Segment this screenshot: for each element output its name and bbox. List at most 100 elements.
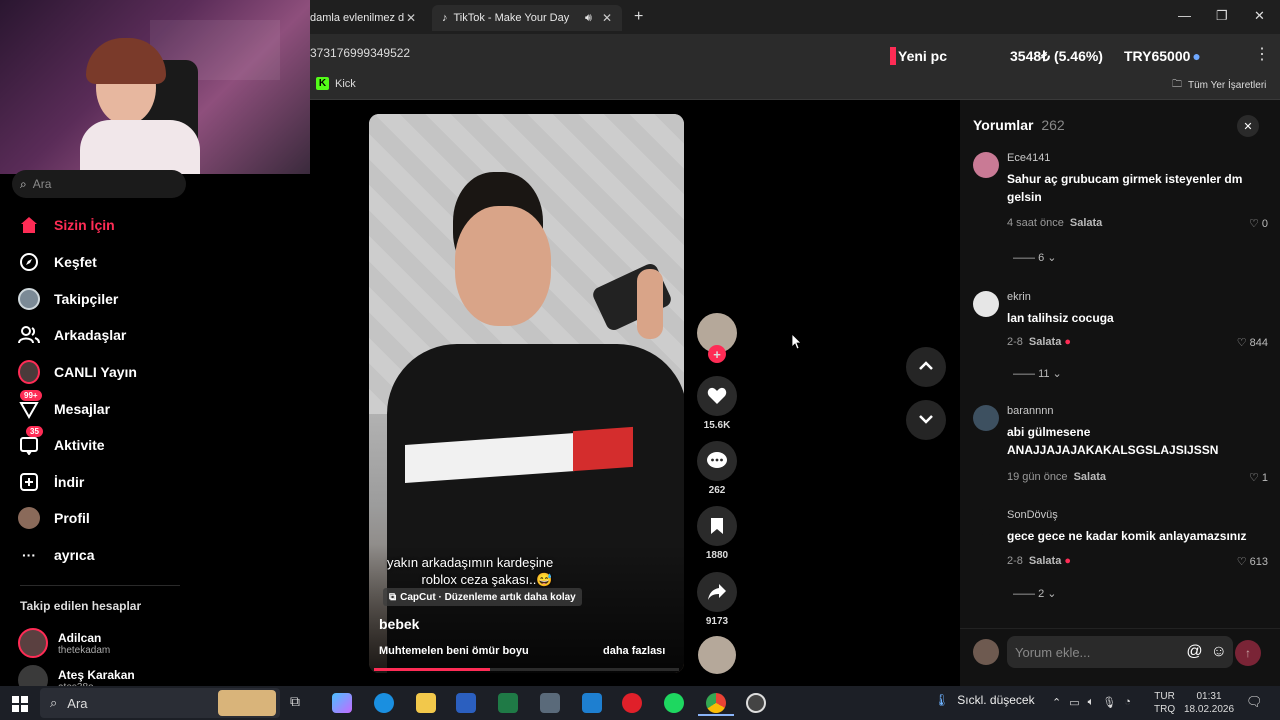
notifications-icon[interactable]: 🗨︎ (1246, 694, 1263, 710)
avatar[interactable] (973, 291, 999, 317)
task-view-icon[interactable]: ⧉ (290, 693, 310, 713)
save-button[interactable]: 1880 (697, 506, 737, 561)
more-link[interactable]: daha fazlası (603, 645, 665, 657)
comment-like-button[interactable]: ♡ 613 (1237, 555, 1268, 568)
maximize-icon[interactable]: ❐ (1216, 8, 1228, 24)
video-description: Muhtemelen beni ömür boyu (379, 645, 529, 657)
comment-button[interactable]: 262 (697, 441, 737, 496)
reply-link[interactable]: Salata (1074, 471, 1106, 483)
comment-user[interactable]: barannnn (1007, 405, 1054, 417)
sidebar-item-label: ayrıca (54, 547, 95, 563)
mention-icon[interactable]: @ (1186, 643, 1202, 661)
clock[interactable]: 01:31 18.02.2026 (1184, 690, 1234, 716)
comment-user[interactable]: SonDövüş (1007, 509, 1058, 521)
weather-widget[interactable]: 🌡︎ Sıckl. düşecek (934, 693, 1035, 707)
bookmark-kick[interactable]: K Kick (316, 77, 356, 90)
new-tab-button[interactable]: + (634, 8, 643, 26)
reply-link[interactable]: Salata (1029, 336, 1061, 348)
creator-avatar-button[interactable]: + (697, 313, 737, 363)
comment-user[interactable]: ekrin (1007, 291, 1031, 303)
like-button[interactable]: 15.6K (697, 376, 737, 431)
url-text[interactable]: 373176999349522 (310, 46, 410, 60)
video-player[interactable]: yakın arkadaşımın kardeşine roblox ceza … (369, 114, 684, 673)
spotify-icon[interactable] (664, 693, 684, 713)
sidebar-item-more[interactable]: ··· ayrıca (18, 540, 94, 570)
close-comments-icon[interactable]: ✕ (1237, 115, 1259, 137)
comment-likes: 0 (1261, 218, 1268, 230)
all-bookmarks[interactable]: 🗀︎ Tüm Yer İşaretleri (1172, 77, 1266, 94)
messages-badge: 99+ (20, 390, 42, 401)
avatar[interactable] (973, 509, 999, 535)
capcut-label[interactable]: ⧉ CapCut · Düzenleme artık daha kolay (383, 588, 582, 606)
sidebar-item-activity[interactable]: 35 Aktivite (18, 426, 105, 460)
comment-user[interactable]: Ece4141 (1007, 152, 1050, 164)
video-progress-fill (374, 668, 490, 671)
view-replies[interactable]: —— 6 ⌄ (1013, 251, 1056, 264)
sidebar-item-for-you[interactable]: Sizin İçin (18, 210, 115, 240)
sidebar-search[interactable]: ⌕ Ara (12, 170, 186, 198)
video-author[interactable]: bebek (379, 616, 419, 632)
avatar[interactable] (973, 152, 999, 178)
share-button[interactable]: 9173 (697, 572, 737, 627)
speaker-icon[interactable]: 🔊︎ (585, 12, 592, 25)
sound-disc-button[interactable] (697, 636, 737, 674)
view-replies[interactable]: —— 2 ⌄ (1013, 587, 1056, 600)
post-comment-button[interactable]: ↑ (1235, 640, 1261, 666)
chrome-icon[interactable] (706, 693, 726, 713)
edge-icon[interactable] (374, 693, 394, 713)
comments-title: Yorumlar 262 (973, 117, 1065, 133)
more-dots-icon: ··· (22, 547, 36, 563)
sidebar-item-explore[interactable]: Keşfet (18, 247, 97, 277)
reply-link[interactable]: Salata (1029, 555, 1061, 567)
taskbar-search[interactable]: ⌕ Ara (40, 688, 280, 718)
close-window-icon[interactable]: ✕ (1254, 8, 1265, 24)
close-tab-icon[interactable]: ✕ (406, 11, 416, 25)
excel-icon[interactable] (498, 693, 518, 713)
sidebar-item-followers[interactable]: Takipçiler (18, 284, 118, 314)
reply-link[interactable]: Salata (1070, 217, 1102, 229)
comment-like-button[interactable]: ♡ 0 (1249, 217, 1268, 230)
store-icon[interactable] (582, 693, 602, 713)
browser-tab-tiktok[interactable]: ♪ TikTok - Make Your Day 🔊︎ ✕ (432, 5, 622, 31)
comment-time: 2-8 (1007, 336, 1023, 348)
activity-badge: 35 (26, 426, 43, 437)
browser-menu-icon[interactable]: ⋮ (1254, 44, 1270, 64)
emoji-icon[interactable]: ☺ (1211, 643, 1227, 661)
minimize-icon[interactable]: — (1178, 8, 1191, 23)
sidebar-item-label: CANLI Yayın (54, 364, 137, 380)
account-handle: thetekadam (58, 644, 111, 656)
comment-text: gece gece ne kadar komik anlayamazsınız (1007, 529, 1247, 543)
word-icon[interactable] (456, 693, 476, 713)
comment-like-button[interactable]: ♡ 1 (1249, 471, 1268, 484)
view-replies[interactable]: —— 11 ⌄ (1013, 367, 1062, 380)
like-count: 15.6K (703, 420, 731, 431)
comment-like-button[interactable]: ♡ 844 (1237, 336, 1268, 349)
followed-account[interactable]: Adilcan thetekadam (18, 628, 110, 658)
system-tray[interactable]: ⌃ ▭ 🔈︎ 🎙︎ ◔ (1052, 696, 1131, 709)
copilot-icon[interactable] (332, 693, 352, 713)
opera-icon[interactable] (622, 693, 642, 713)
calculator-icon[interactable] (540, 693, 560, 713)
comment-item: barannnn abi gülmesene ANAJJAJAJAKAKALSG… (973, 405, 1268, 495)
sidebar-item-live[interactable]: CANLI Yayın (18, 357, 137, 387)
previous-video-button[interactable] (906, 347, 946, 387)
sidebar-item-messages[interactable]: 99+ Mesajlar (18, 390, 110, 424)
avatar[interactable] (973, 405, 999, 431)
input-language[interactable]: TUR TRQ (1154, 690, 1175, 716)
sidebar-item-friends[interactable]: Arkadaşlar (18, 320, 126, 350)
search-placeholder: Ara (32, 177, 52, 191)
ticker-label: Yeni pc (898, 48, 948, 64)
sidebar-item-upload[interactable]: İndir (18, 467, 84, 497)
comment-input[interactable]: Yorum ekle... @ ☺ (1007, 636, 1233, 668)
file-explorer-icon[interactable] (416, 693, 436, 713)
browser-tab-1[interactable]: damla evlenilmez d ✕ (300, 5, 426, 31)
follow-plus-icon[interactable]: + (708, 345, 726, 363)
keyboard-code: TRQ (1154, 704, 1176, 715)
next-video-button[interactable] (906, 400, 946, 440)
comment-likes: 613 (1249, 556, 1268, 568)
bookmark-label: Kick (335, 77, 356, 90)
obs-icon[interactable] (746, 693, 766, 713)
close-tab-icon[interactable]: ✕ (602, 11, 612, 25)
windows-start-icon[interactable] (12, 696, 28, 717)
sidebar-item-profile[interactable]: Profil (18, 503, 90, 533)
